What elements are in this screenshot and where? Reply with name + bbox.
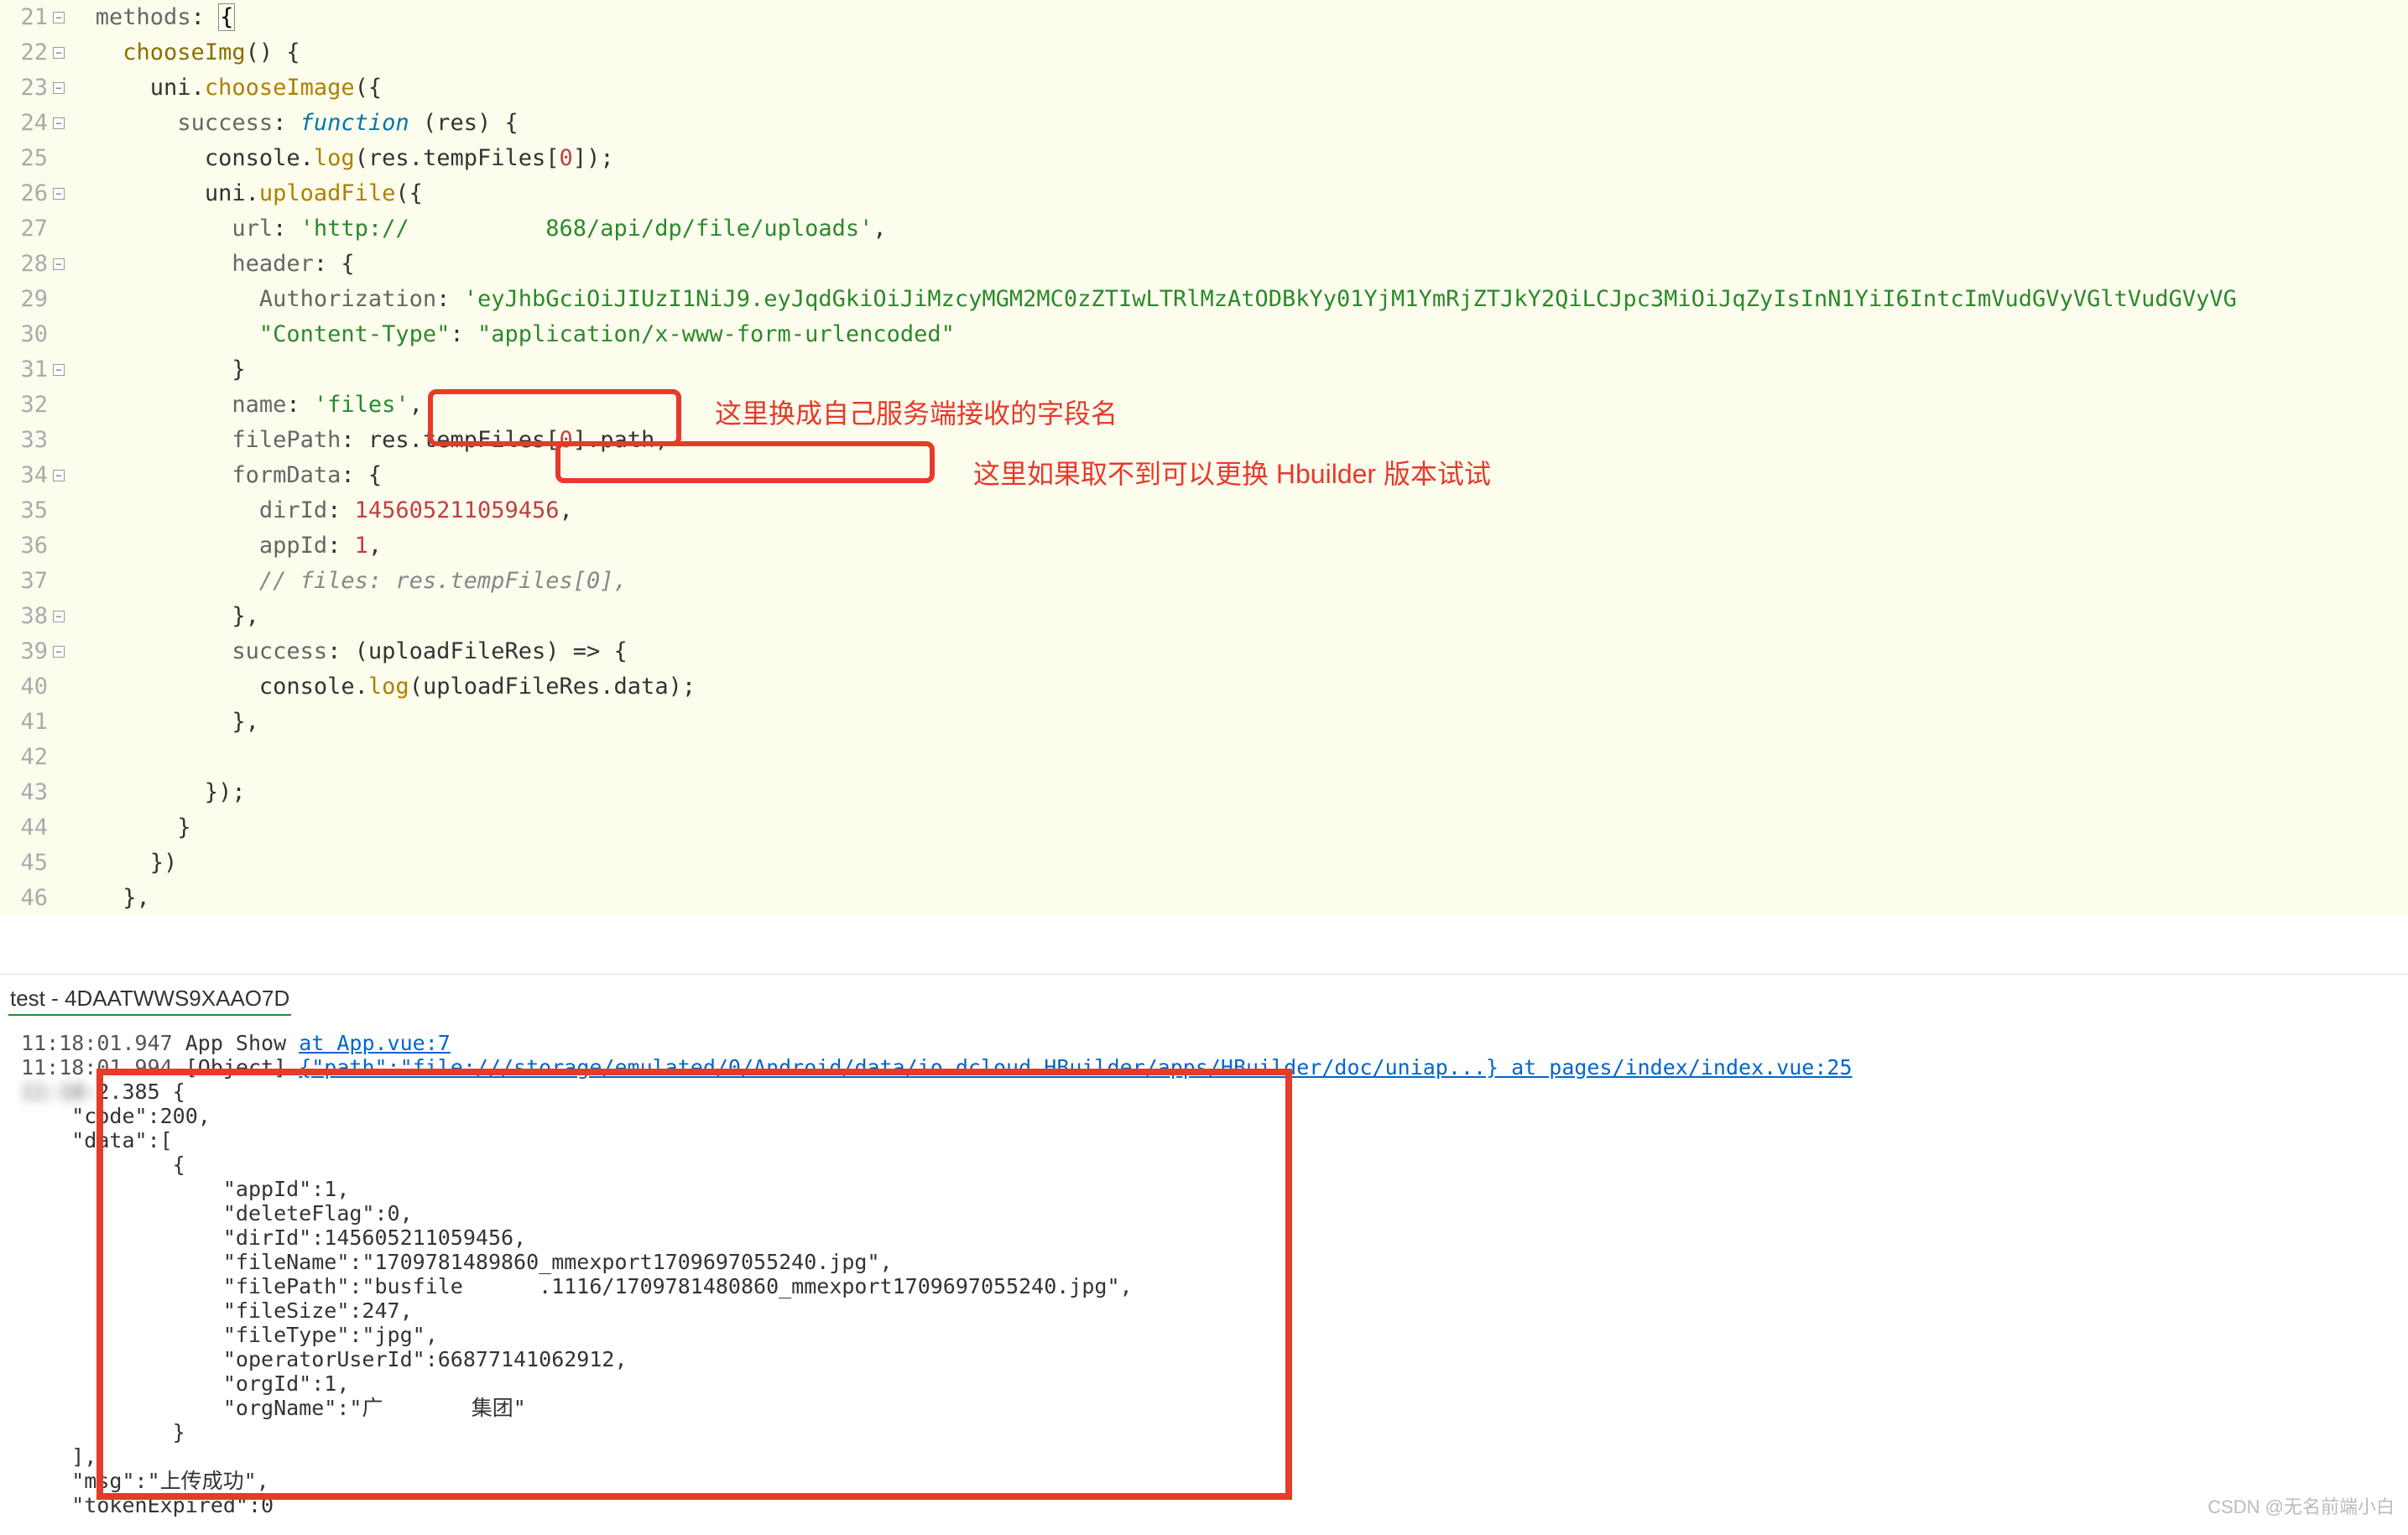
fold-icon[interactable]: − bbox=[53, 646, 65, 658]
fold-icon[interactable]: − bbox=[53, 117, 65, 129]
line-number: 21− bbox=[0, 0, 48, 35]
line-number: 39− bbox=[0, 634, 48, 669]
code-line[interactable]: success: (uploadFileRes) => { bbox=[55, 634, 2408, 669]
watermark: CSDN @无名前端小白 bbox=[2207, 1495, 2395, 1519]
code-line[interactable]: }, bbox=[55, 705, 2408, 740]
log-link[interactable]: at pages/index/index.vue:25 bbox=[1498, 1055, 1852, 1080]
fold-icon[interactable]: − bbox=[53, 188, 65, 200]
fold-icon[interactable]: − bbox=[53, 47, 65, 59]
line-number: 25 bbox=[0, 141, 48, 176]
code-line[interactable]: uni.chooseImage({ bbox=[55, 70, 2408, 106]
code-editor[interactable]: 21−22−23−24−2526−2728−293031−323334−3536… bbox=[0, 0, 2408, 916]
fold-icon[interactable]: − bbox=[53, 611, 65, 622]
code-line[interactable]: }) bbox=[55, 846, 2408, 881]
line-number: 45 bbox=[0, 846, 48, 881]
line-number: 35 bbox=[0, 493, 48, 528]
line-number: 22− bbox=[0, 35, 48, 70]
line-number: 33 bbox=[0, 423, 48, 458]
code-line[interactable]: console.log(uploadFileRes.data); bbox=[55, 669, 2408, 705]
line-gutter: 21−22−23−24−2526−2728−293031−323334−3536… bbox=[0, 0, 55, 916]
line-number: 31− bbox=[0, 352, 48, 388]
fold-icon[interactable]: − bbox=[53, 12, 65, 23]
code-line[interactable]: "Content-Type": "application/x-www-form-… bbox=[55, 317, 2408, 352]
code-line[interactable]: }); bbox=[55, 775, 2408, 810]
line-number: 23− bbox=[0, 70, 48, 106]
annotation-text-1: 这里换成自己服务端接收的字段名 bbox=[715, 393, 1118, 431]
code-line[interactable]: console.log(res.tempFiles[0]); bbox=[55, 141, 2408, 176]
code-line[interactable]: }, bbox=[55, 881, 2408, 916]
code-line[interactable]: } bbox=[55, 352, 2408, 388]
annotation-box-filepath bbox=[555, 441, 935, 483]
annotation-box-name bbox=[428, 389, 681, 446]
code-line[interactable]: chooseImg() { bbox=[55, 35, 2408, 70]
code-line[interactable]: // files: res.tempFiles[0], bbox=[55, 564, 2408, 599]
code-line[interactable]: success: function (res) { bbox=[55, 106, 2408, 141]
line-number: 32 bbox=[0, 388, 48, 423]
fold-icon[interactable]: − bbox=[53, 364, 65, 376]
line-number: 40 bbox=[0, 669, 48, 705]
code-line[interactable] bbox=[55, 740, 2408, 775]
line-number: 28− bbox=[0, 247, 48, 282]
line-number: 46 bbox=[0, 881, 48, 916]
code-line[interactable]: uni.uploadFile({ bbox=[55, 176, 2408, 211]
line-number: 36 bbox=[0, 528, 48, 564]
line-number: 38− bbox=[0, 599, 48, 634]
console-panel[interactable]: test - 4DAATWWS9XAAO7D 11:18:01.947 App … bbox=[0, 975, 2408, 1526]
line-number: 27 bbox=[0, 211, 48, 247]
fold-icon[interactable]: − bbox=[53, 258, 65, 270]
code-line[interactable]: Authorization: 'eyJhbGciOiJIUzI1NiJ9.eyJ… bbox=[55, 282, 2408, 317]
line-number: 34− bbox=[0, 458, 48, 493]
line-number: 29 bbox=[0, 282, 48, 317]
line-number: 42 bbox=[0, 740, 48, 775]
code-line[interactable]: methods: { bbox=[55, 0, 2408, 35]
code-line[interactable]: dirId: 145605211059456, bbox=[55, 493, 2408, 528]
line-number: 24− bbox=[0, 106, 48, 141]
code-line[interactable]: name: 'files', bbox=[55, 388, 2408, 423]
code-line[interactable]: }, bbox=[55, 599, 2408, 634]
fold-icon[interactable]: − bbox=[53, 470, 65, 481]
fold-icon[interactable]: − bbox=[53, 82, 65, 94]
annotation-text-2: 这里如果取不到可以更换 Hbuilder 版本试试 bbox=[973, 453, 1491, 492]
panel-divider[interactable] bbox=[0, 916, 2408, 975]
line-number: 26− bbox=[0, 176, 48, 211]
console-tab[interactable]: test - 4DAATWWS9XAAO7D bbox=[8, 983, 291, 1016]
line-number: 30 bbox=[0, 317, 48, 352]
log-link[interactable]: at App.vue:7 bbox=[299, 1031, 451, 1055]
line-number: 44 bbox=[0, 810, 48, 846]
annotation-box-response bbox=[96, 1069, 1292, 1500]
log-line: 11:18:01.947 App Show at App.vue:7 bbox=[8, 1031, 2400, 1055]
code-line[interactable]: header: { bbox=[55, 247, 2408, 282]
line-number: 37 bbox=[0, 564, 48, 599]
line-number: 41 bbox=[0, 705, 48, 740]
line-number: 43 bbox=[0, 775, 48, 810]
code-line[interactable]: url: 'http:// 868/api/dp/file/uploads', bbox=[55, 211, 2408, 247]
code-line[interactable]: } bbox=[55, 810, 2408, 846]
code-line[interactable]: appId: 1, bbox=[55, 528, 2408, 564]
